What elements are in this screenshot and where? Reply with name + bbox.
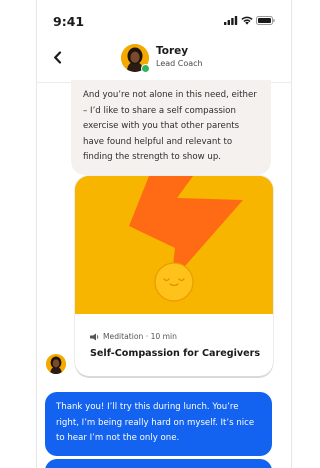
card-meta: Meditation · 10 min xyxy=(90,332,177,341)
coach-role: Lead Coach xyxy=(156,59,203,68)
meditation-card[interactable]: Meditation · 10 min Self-Compassion for … xyxy=(75,176,273,376)
coach-avatar-small xyxy=(46,354,66,374)
card-meta-text: Meditation · 10 min xyxy=(103,332,177,341)
outgoing-message-text: Thank you! I’ll try this during lunch. Y… xyxy=(56,402,255,444)
online-status-dot xyxy=(141,64,150,73)
signal-icon xyxy=(224,16,238,25)
coach-portrait-small xyxy=(46,354,66,374)
lightning-bolt-illustration xyxy=(75,176,273,314)
phone-frame: 9:41 Torey Lead Coach And you’re not alo… xyxy=(36,0,292,468)
chevron-left-icon xyxy=(53,50,61,64)
wifi-icon xyxy=(241,16,253,25)
outgoing-message-bubble-partial xyxy=(45,459,272,468)
outgoing-message-bubble: Thank you! I’ll try this during lunch. Y… xyxy=(45,392,272,456)
audio-waves-icon xyxy=(90,333,99,340)
status-bar: 9:41 xyxy=(53,14,275,30)
incoming-message-bubble: And you’re not alone in this need, eithe… xyxy=(71,80,271,175)
coach-name: Torey xyxy=(156,45,189,57)
status-time: 9:41 xyxy=(53,14,85,29)
chat-header: Torey Lead Coach xyxy=(37,36,291,83)
battery-icon xyxy=(256,16,275,25)
card-illustration xyxy=(75,176,273,314)
coach-avatar[interactable] xyxy=(121,44,150,73)
status-icons xyxy=(224,16,275,25)
back-button[interactable] xyxy=(47,46,67,68)
incoming-message-text: And you’re not alone in this need, eithe… xyxy=(83,90,257,163)
card-title: Self-Compassion for Caregivers xyxy=(90,348,261,359)
